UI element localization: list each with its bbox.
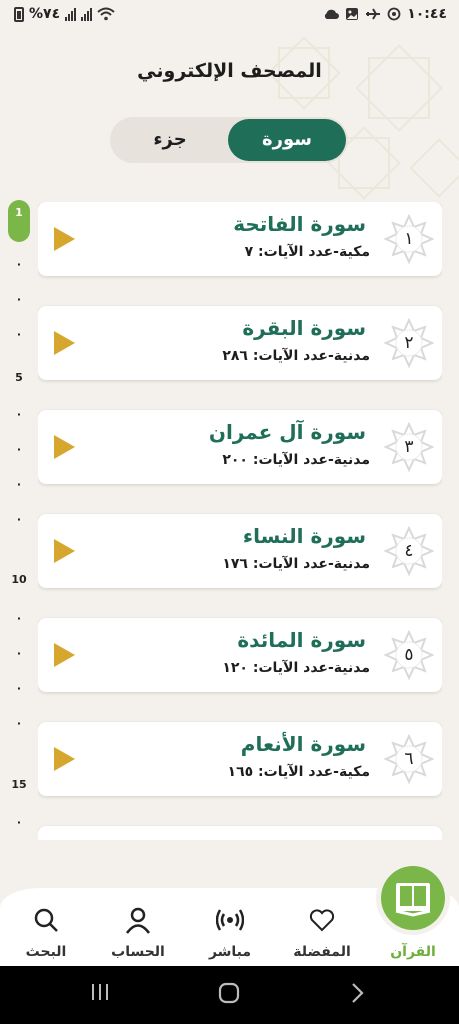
clock: ١٠:٤٤ xyxy=(407,6,447,22)
side-index-dot: · xyxy=(16,478,22,491)
side-index-dot: · xyxy=(16,717,22,730)
signal-icon xyxy=(65,7,77,21)
battery-percent: %٧٤ xyxy=(29,6,61,22)
surah-name: سورة الفاتحة xyxy=(233,212,366,236)
quran-fab-button[interactable] xyxy=(381,866,445,930)
side-index-scrubber[interactable]: 1 · · · 5 · · · · 10 · · · · 15 · xyxy=(0,196,38,836)
home-icon[interactable] xyxy=(218,982,240,1004)
surah-info: مدنية-عدد الآيات: ٢٨٦ xyxy=(222,348,370,364)
surah-info: مدنية-عدد الآيات: ١٧٦ xyxy=(222,556,370,572)
user-icon xyxy=(125,907,151,934)
nav-search[interactable]: البحث xyxy=(6,888,86,966)
surah-info: مكية-عدد الآيات: ٧ xyxy=(244,244,370,260)
side-index-dot: · xyxy=(16,816,22,829)
play-icon[interactable] xyxy=(54,643,75,667)
tab-juz[interactable]: جزء xyxy=(114,117,226,163)
nav-account[interactable]: الحساب xyxy=(98,888,178,966)
surah-name: سورة النساء xyxy=(242,524,366,548)
side-index-dot: · xyxy=(16,293,22,306)
surah-number: ٣ xyxy=(404,437,414,457)
surah-card[interactable]: ٣ سورة آل عمران مدنية-عدد الآيات: ٢٠٠ xyxy=(38,410,442,484)
wifi-icon xyxy=(97,7,115,21)
page-title: المصحف الإلكتروني xyxy=(137,60,322,82)
surah-card[interactable]: ٦ سورة الأنعام مكية-عدد الآيات: ١٦٥ xyxy=(38,722,442,796)
surah-name: سورة آل عمران xyxy=(208,420,366,444)
signal-icon-2 xyxy=(81,7,93,21)
side-index-dot: · xyxy=(16,647,22,660)
side-index-current: 1 xyxy=(8,200,30,242)
surah-name: سورة الأنعام xyxy=(240,732,366,756)
side-index-mark: 5 xyxy=(15,371,23,384)
side-index-dot: · xyxy=(16,682,22,695)
nav-account-label: الحساب xyxy=(111,944,165,960)
surah-card[interactable]: ٢ سورة البقرة مدنية-عدد الآيات: ٢٨٦ xyxy=(38,306,442,380)
gallery-icon xyxy=(346,8,359,20)
side-index-dot: · xyxy=(16,258,22,271)
surah-list: ١ سورة الفاتحة مكية-عدد الآيات: ٧ ٢ سورة… xyxy=(38,202,442,840)
side-index-dot: · xyxy=(16,513,22,526)
surah-number: ١ xyxy=(404,229,414,249)
surah-number: ٦ xyxy=(404,749,414,769)
surah-card[interactable]: ١ سورة الفاتحة مكية-عدد الآيات: ٧ xyxy=(38,202,442,276)
surah-card-partial[interactable] xyxy=(38,826,442,840)
surah-card[interactable]: ٥ سورة المائدة مدنية-عدد الآيات: ١٢٠ xyxy=(38,618,442,692)
nav-quran-label: القرآن xyxy=(390,944,436,960)
recents-icon[interactable] xyxy=(90,982,110,1002)
side-index-dot: · xyxy=(16,328,22,341)
status-bar: %٧٤ ١٠:٤٤ xyxy=(0,0,459,30)
broadcast-icon xyxy=(216,909,244,931)
quran-book-icon xyxy=(395,883,431,917)
nav-live[interactable]: مباشر xyxy=(190,888,270,966)
surah-info: مدنية-عدد الآيات: ٢٠٠ xyxy=(222,452,370,468)
heart-icon xyxy=(309,909,335,932)
cloud-icon xyxy=(325,9,340,19)
status-right: ١٠:٤٤ xyxy=(323,6,447,22)
nav-search-label: البحث xyxy=(25,944,67,960)
surah-name: سورة المائدة xyxy=(237,628,366,652)
surah-juz-toggle: جزء سورة xyxy=(110,117,348,163)
surah-number: ٢ xyxy=(404,333,414,353)
whatsapp-icon xyxy=(387,7,401,21)
surah-info: مكية-عدد الآيات: ١٦٥ xyxy=(227,764,370,780)
play-icon[interactable] xyxy=(54,227,75,251)
battery-icon xyxy=(14,6,24,22)
back-icon[interactable] xyxy=(349,982,365,1004)
play-icon[interactable] xyxy=(54,331,75,355)
surah-info: مدنية-عدد الآيات: ١٢٠ xyxy=(222,660,370,676)
side-index-dot: · xyxy=(16,408,22,421)
play-icon[interactable] xyxy=(54,747,75,771)
nav-favorites-label: المفضلة xyxy=(293,944,351,960)
status-left: %٧٤ xyxy=(14,6,115,22)
surah-name: سورة البقرة xyxy=(242,316,366,340)
nav-live-label: مباشر xyxy=(208,944,252,960)
side-index-mark: 10 xyxy=(11,573,27,586)
search-icon xyxy=(34,908,58,932)
airplane-icon xyxy=(366,8,381,20)
tab-surah[interactable]: سورة xyxy=(228,119,346,161)
surah-number: ٤ xyxy=(404,541,414,561)
play-icon[interactable] xyxy=(54,435,75,459)
system-navigation-bar xyxy=(0,966,459,1024)
side-index-dot: · xyxy=(16,612,22,625)
play-icon[interactable] xyxy=(54,539,75,563)
side-index-mark: 15 xyxy=(11,778,27,791)
surah-number: ٥ xyxy=(404,645,414,665)
nav-favorites[interactable]: المفضلة xyxy=(282,888,362,966)
side-index-dot: · xyxy=(16,443,22,456)
surah-card[interactable]: ٤ سورة النساء مدنية-عدد الآيات: ١٧٦ xyxy=(38,514,442,588)
